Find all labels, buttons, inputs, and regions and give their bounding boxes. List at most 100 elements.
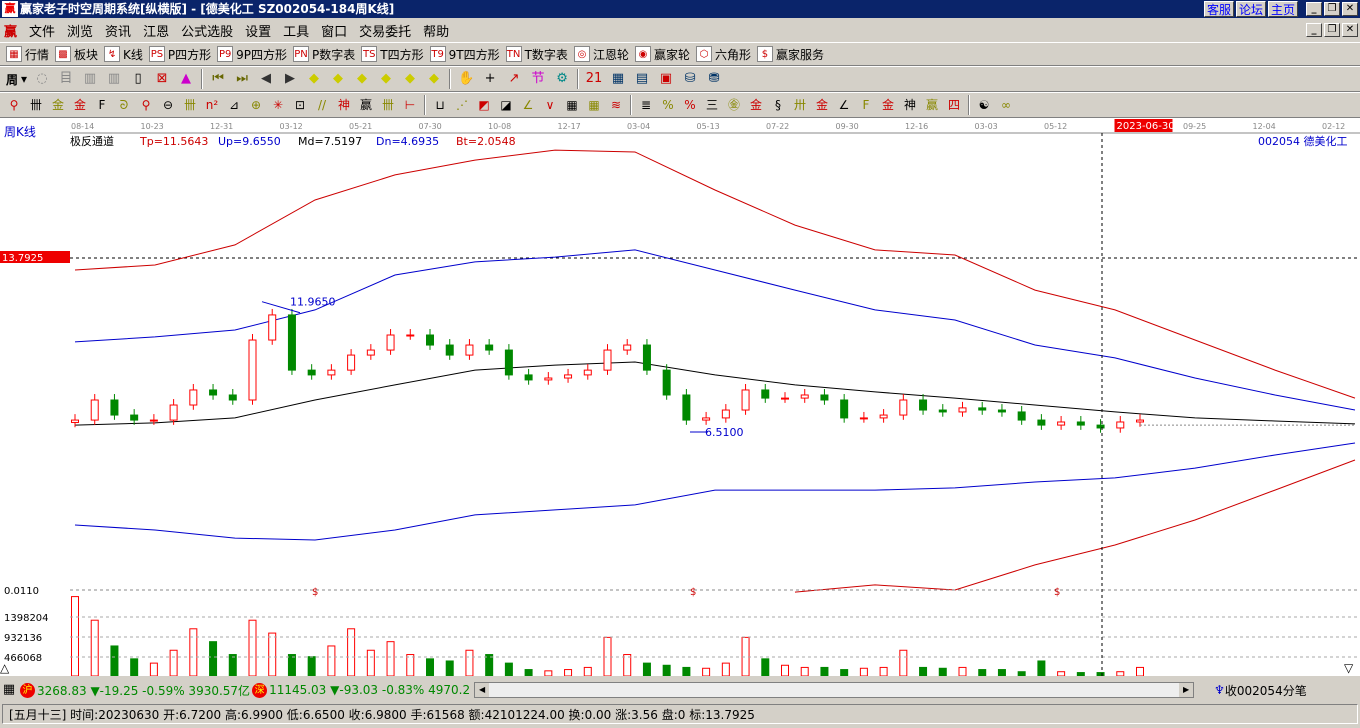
drawing-tool-icon[interactable]: ◩ [476, 96, 492, 114]
tool-icon[interactable]: ◆ [377, 70, 395, 88]
drawing-tool-icon[interactable]: ㊎ [726, 96, 742, 114]
toolbar-button[interactable]: TS T四方形 [361, 46, 424, 63]
toolbar-button[interactable]: ◎ 江恩轮 [573, 46, 629, 63]
child-close-button[interactable]: ✕ [1342, 23, 1358, 37]
drawing-tool-icon[interactable]: n² [204, 96, 220, 114]
drawing-tool-icon[interactable]: ⊿ [226, 96, 242, 114]
drawing-tool-icon[interactable]: ⋰ [454, 96, 470, 114]
tool-icon[interactable]: ⏮ [209, 70, 227, 88]
drawing-tool-icon[interactable]: 四 [946, 96, 962, 114]
tool-icon[interactable]: 21 [585, 70, 603, 88]
calculator-icon[interactable]: ▦ [0, 681, 18, 699]
tool-icon[interactable]: ▤ [633, 70, 651, 88]
drawing-tool-icon[interactable]: ▦ [564, 96, 580, 114]
drawing-tool-icon[interactable]: ⚲ [6, 96, 22, 114]
horizontal-scrollbar[interactable]: ◀ ▶ [474, 682, 1195, 698]
menu-item[interactable]: 工具 [283, 21, 309, 40]
tool-icon[interactable]: ⛃ [705, 70, 723, 88]
tool-icon[interactable]: ⛁ [681, 70, 699, 88]
drawing-tool-icon[interactable]: 卌 [380, 96, 396, 114]
drawing-tool-icon[interactable]: ∠ [520, 96, 536, 114]
title-link[interactable]: 主页 [1267, 1, 1298, 17]
drawing-tool-icon[interactable]: ☯ [976, 96, 992, 114]
menu-item[interactable]: 公式选股 [181, 21, 233, 40]
drawing-tool-icon[interactable]: 神 [336, 96, 352, 114]
tool-icon[interactable]: ◌ [33, 70, 51, 88]
tool-icon[interactable]: ↗ [505, 70, 523, 88]
menu-item[interactable]: 江恩 [143, 21, 169, 40]
kline-chart[interactable]: 周K线 08-14 10-23 12-31 03-12 05-21 07-30 10-08 12… [0, 118, 1360, 676]
drawing-tool-icon[interactable]: ⊕ [248, 96, 264, 114]
toolbar-button[interactable]: ↯ K线 [104, 46, 143, 63]
tool-icon[interactable]: 目 [57, 70, 75, 88]
menu-item[interactable]: 设置 [245, 21, 271, 40]
drawing-tool-icon[interactable]: 卌 [182, 96, 198, 114]
drawing-tool-icon[interactable]: ◪ [498, 96, 514, 114]
drawing-tool-icon[interactable]: 三 [704, 96, 720, 114]
drawing-tool-icon[interactable]: ⊡ [292, 96, 308, 114]
menu-item[interactable]: 窗口 [321, 21, 347, 40]
toolbar-button[interactable]: PS P四方形 [148, 46, 211, 63]
tool-icon[interactable]: ▦ [609, 70, 627, 88]
child-restore-button[interactable]: ❐ [1324, 23, 1340, 37]
restore-button[interactable]: ❐ [1324, 2, 1340, 16]
drawing-tool-icon[interactable]: % [660, 96, 676, 114]
drawing-tool-icon[interactable]: ∠ [836, 96, 852, 114]
drawing-tool-icon[interactable]: ≣ [638, 96, 654, 114]
close-button[interactable]: ✕ [1342, 2, 1358, 16]
toolbar-button[interactable]: PN P数字表 [293, 46, 355, 63]
minimize-button[interactable]: _ [1306, 2, 1322, 16]
drawing-tool-icon[interactable]: 神 [902, 96, 918, 114]
child-minimize-button[interactable]: _ [1306, 23, 1322, 37]
drawing-tool-icon[interactable]: 卌 [28, 96, 44, 114]
drawing-tool-icon[interactable]: ∞ [998, 96, 1014, 114]
drawing-tool-icon[interactable]: ∨ [542, 96, 558, 114]
tick-data-link[interactable]: 收002054分笔 [1225, 682, 1307, 699]
tool-icon[interactable]: 节 [529, 70, 547, 88]
menu-item[interactable]: 帮助 [423, 21, 449, 40]
tool-icon[interactable]: ✋ [457, 70, 475, 88]
drawing-tool-icon[interactable]: 赢 [358, 96, 374, 114]
toolbar-button[interactable]: $ 赢家服务 [756, 46, 824, 63]
tool-icon[interactable]: ◀ [257, 70, 275, 88]
toolbar-button[interactable]: ▩ 板块 [55, 46, 98, 63]
tool-icon[interactable]: ◆ [353, 70, 371, 88]
drawing-tool-icon[interactable]: ▦ [586, 96, 602, 114]
drawing-tool-icon[interactable]: 赢 [924, 96, 940, 114]
menu-item[interactable]: 资讯 [105, 21, 131, 40]
toolbar-button[interactable]: ▦ 行情 [6, 46, 49, 63]
toolbar-button[interactable]: TN T数字表 [505, 46, 568, 63]
drawing-tool-icon[interactable]: ᘐ [116, 96, 132, 114]
drawing-tool-icon[interactable]: ≋ [608, 96, 624, 114]
drawing-tool-icon[interactable]: 金 [880, 96, 896, 114]
tool-icon[interactable]: ▥ [105, 70, 123, 88]
tool-icon[interactable]: ◆ [425, 70, 443, 88]
drawing-tool-icon[interactable]: 金 [748, 96, 764, 114]
tool-icon[interactable]: ⊠ [153, 70, 171, 88]
drawing-tool-icon[interactable]: ⊔ [432, 96, 448, 114]
drawing-tool-icon[interactable]: 金 [814, 96, 830, 114]
drawing-tool-icon[interactable]: 金 [50, 96, 66, 114]
toolbar-button[interactable]: P9 9P四方形 [217, 46, 287, 63]
period-select[interactable]: 周 ▾ [6, 71, 27, 88]
menu-item[interactable]: 浏览 [67, 21, 93, 40]
tool-icon[interactable]: ⏭ [233, 70, 251, 88]
drawing-tool-icon[interactable]: 卅 [792, 96, 808, 114]
drawing-tool-icon[interactable]: F [858, 96, 874, 114]
drawing-tool-icon[interactable]: F [94, 96, 110, 114]
drawing-tool-icon[interactable]: % [682, 96, 698, 114]
menu-item[interactable]: 交易委托 [359, 21, 411, 40]
tool-icon[interactable]: ▯ [129, 70, 147, 88]
title-link[interactable]: 论坛 [1235, 1, 1266, 17]
toolbar-button[interactable]: ⬡ 六角形 [695, 46, 751, 63]
tool-icon[interactable]: ⚙ [553, 70, 571, 88]
tool-icon[interactable]: ◆ [305, 70, 323, 88]
scroll-down-icon[interactable]: ▽ [1344, 661, 1354, 675]
menu-item[interactable]: 文件 [29, 21, 55, 40]
title-link[interactable]: 客服 [1203, 1, 1234, 17]
scroll-up-icon[interactable]: △ [0, 661, 10, 675]
tool-icon[interactable]: ▶ [281, 70, 299, 88]
tool-icon[interactable]: ▥ [81, 70, 99, 88]
toolbar-button[interactable]: T9 9T四方形 [429, 46, 500, 63]
drawing-tool-icon[interactable]: ⊢ [402, 96, 418, 114]
